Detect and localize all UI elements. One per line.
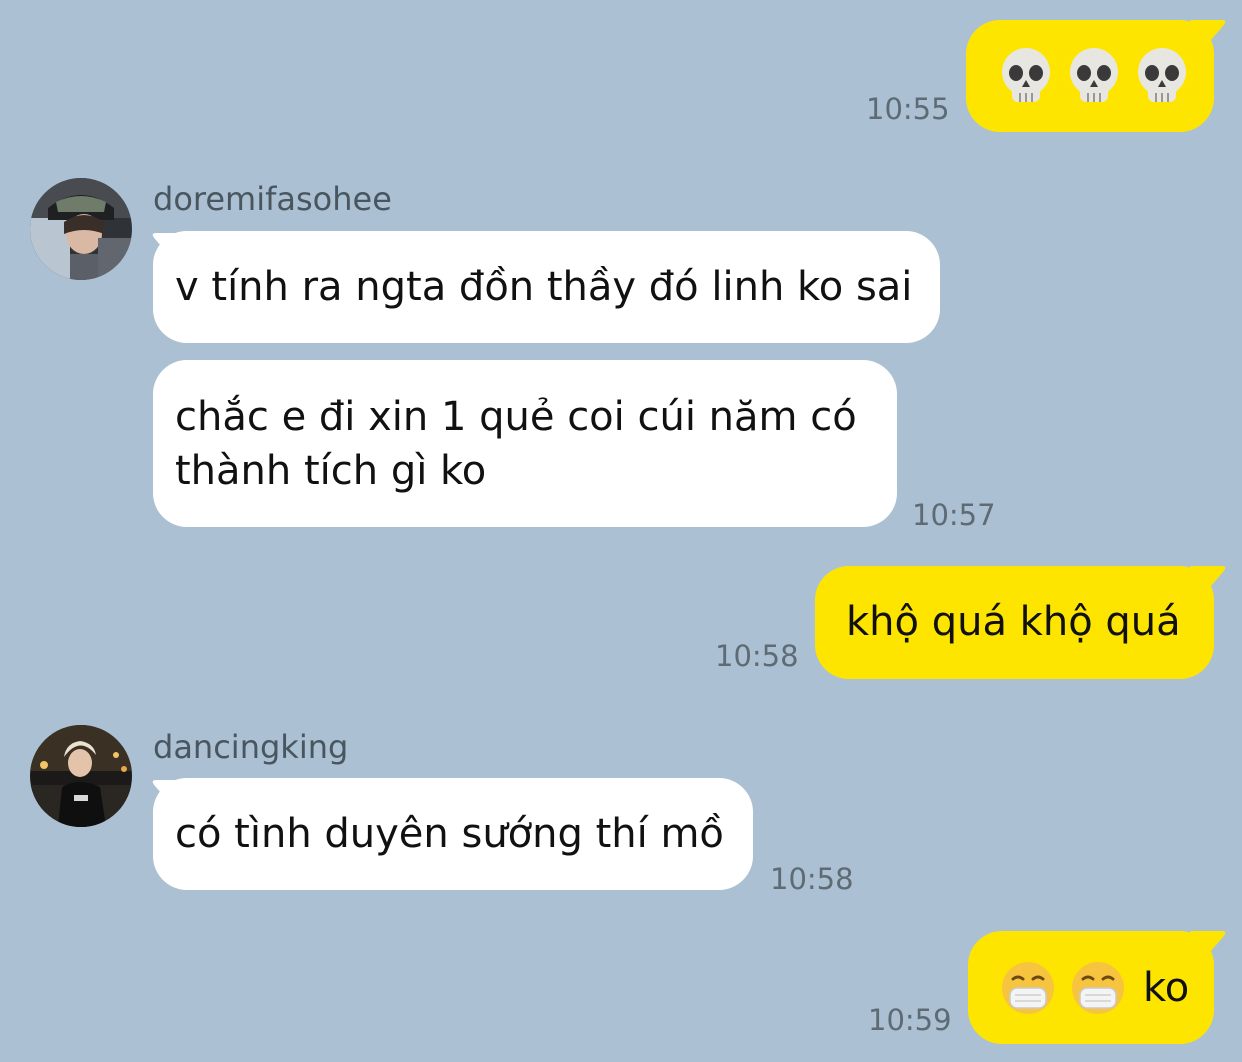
mask-face-emoji bbox=[1001, 961, 1055, 1015]
avatar[interactable] bbox=[30, 725, 132, 827]
message-timestamp: 10:57 bbox=[912, 498, 996, 532]
sender-name: dancingking bbox=[153, 728, 349, 766]
skull-emoji bbox=[1000, 46, 1052, 106]
message-bubble-incoming[interactable]: chắc e đi xin 1 quẻ coi cúi năm có thành… bbox=[153, 360, 897, 527]
message-text: ko bbox=[1143, 965, 1190, 1011]
message-timestamp: 10:58 bbox=[770, 862, 854, 896]
skull-emoji bbox=[1136, 46, 1188, 106]
message-text: chắc e đi xin 1 quẻ coi cúi năm có thành… bbox=[175, 394, 857, 494]
skull-emoji bbox=[1068, 46, 1120, 106]
avatar[interactable] bbox=[30, 178, 132, 280]
message-timestamp: 10:58 bbox=[715, 639, 799, 673]
message-timestamp: 10:55 bbox=[866, 92, 950, 126]
message-bubble-outgoing[interactable]: khộ quá khộ quá bbox=[815, 566, 1214, 679]
message-text: v tính ra ngta đồn thầy đó linh ko sai bbox=[175, 264, 913, 310]
mask-face-emoji-group: ko bbox=[1001, 961, 1189, 1015]
bubble-tail bbox=[1190, 20, 1226, 48]
bubble-tail bbox=[1190, 931, 1226, 959]
message-bubble-incoming[interactable]: có tình duyên sướng thí mồ bbox=[153, 778, 753, 890]
bubble-tail bbox=[1190, 566, 1226, 594]
message-timestamp: 10:59 bbox=[868, 1003, 952, 1037]
message-text: khộ quá khộ quá bbox=[846, 599, 1181, 645]
message-bubble-incoming[interactable]: v tính ra ngta đồn thầy đó linh ko sai bbox=[153, 231, 940, 343]
skull-emoji-group bbox=[1000, 46, 1188, 106]
message-text: có tình duyên sướng thí mồ bbox=[175, 811, 724, 857]
mask-face-emoji bbox=[1071, 961, 1125, 1015]
sender-name: doremifasohee bbox=[153, 180, 392, 218]
